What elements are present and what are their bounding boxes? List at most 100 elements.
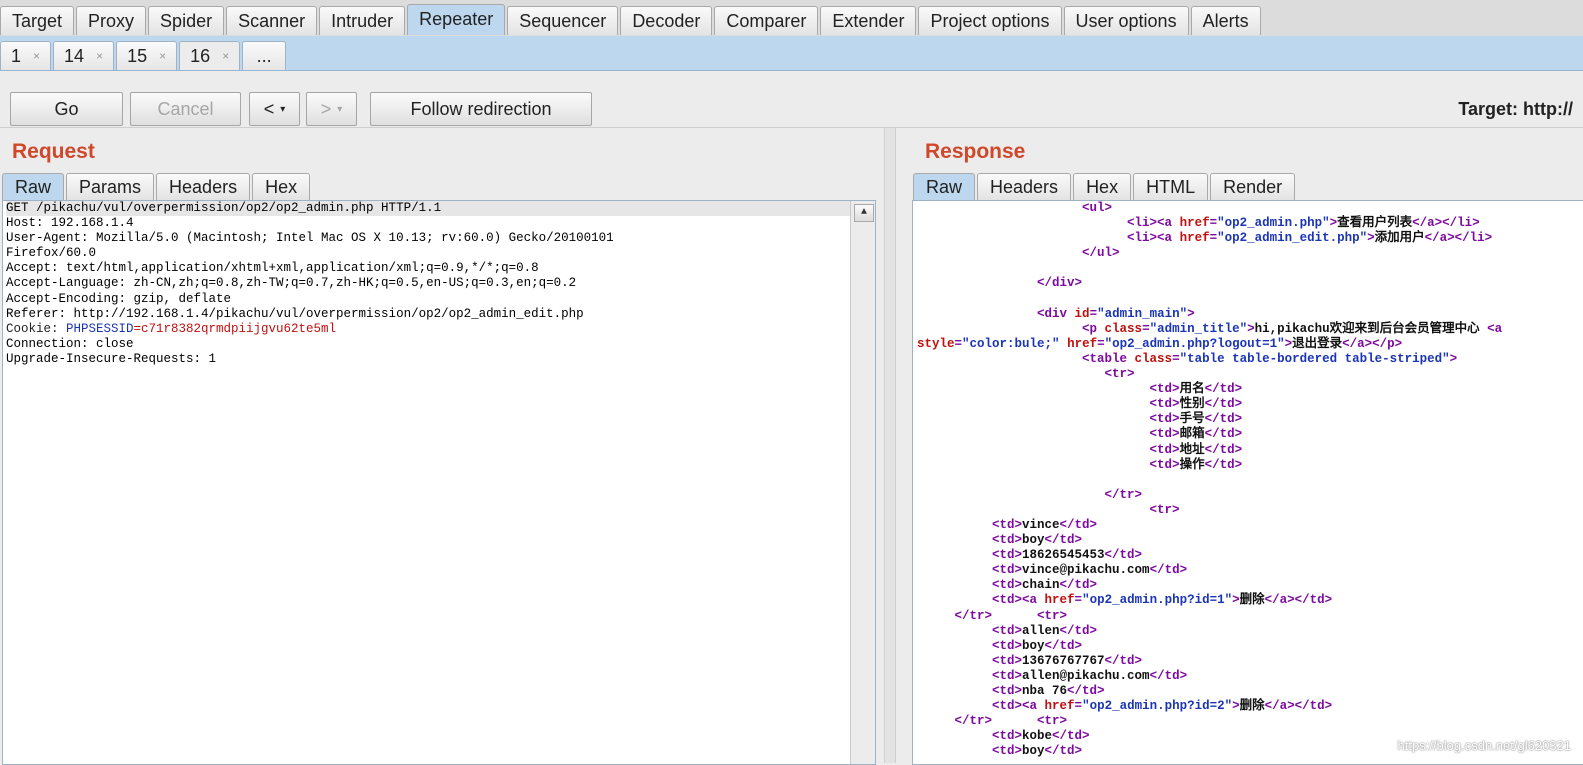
cancel-button[interactable]: Cancel [130, 92, 241, 126]
repeater-tab-label: 16 [190, 46, 211, 66]
tab-scanner[interactable]: Scanner [226, 6, 318, 35]
code-tag: </td> [1149, 563, 1188, 578]
code-tag: <td> [992, 653, 1023, 668]
request-tab-headers[interactable]: Headers [156, 173, 251, 200]
request-editor[interactable]: GET /pikachu/vul/overpermission/op2/op2_… [2, 200, 876, 765]
repeater-tab-15[interactable]: 15 × [116, 41, 178, 70]
follow-redirection-button[interactable]: Follow redirection [370, 92, 592, 126]
code-tag: <a [1487, 321, 1503, 336]
response-tab-html[interactable]: HTML [1133, 173, 1209, 200]
code-tag: </td> [1059, 578, 1098, 593]
request-line: Connection: close [6, 336, 134, 351]
close-icon[interactable]: × [33, 42, 40, 70]
request-text[interactable]: GET /pikachu/vul/overpermission/op2/op2_… [3, 201, 875, 367]
close-icon[interactable]: × [222, 42, 229, 70]
scroll-up-icon[interactable]: ▲ [854, 204, 874, 222]
forward-dropdown-icon[interactable]: ▾ [337, 104, 342, 115]
code-tag: </td> [1044, 533, 1083, 548]
repeater-tab-16[interactable]: 16 × [179, 41, 241, 70]
code-attr: href [1044, 593, 1075, 608]
code-tag: = [1142, 321, 1150, 336]
response-tab-headers[interactable]: Headers [977, 173, 1072, 200]
code-tag: <td> [1149, 397, 1180, 412]
repeater-tab-label: 15 [127, 46, 148, 66]
repeater-tab-1[interactable]: 1 × [0, 41, 52, 70]
response-line: </div> [917, 276, 1583, 291]
response-tab-render[interactable]: Render [1210, 173, 1296, 200]
code-val: "op2_admin.php" [1217, 216, 1330, 231]
code-txt: 退出登录 [1292, 336, 1343, 351]
forward-button[interactable]: > ▾ [306, 92, 357, 126]
response-pane: Response Raw Headers Hex HTML Render <ul> <l… [896, 128, 1583, 765]
response-line: <td>性别</td> [917, 397, 1583, 412]
code-tag: > [1367, 231, 1375, 246]
pane-splitter[interactable] [884, 128, 896, 763]
request-tabs: Raw Params Headers Hex [2, 173, 312, 200]
code-tag: <td> [992, 638, 1023, 653]
main-tab-bar: Target Proxy Spider Scanner Intruder Repeater… [0, 0, 1583, 37]
back-dropdown-icon[interactable]: ▾ [280, 104, 285, 115]
request-tab-raw[interactable]: Raw [2, 173, 65, 200]
code-txt: 地址 [1179, 442, 1205, 457]
response-editor[interactable]: <ul> <li><a href="op2_admin.php">查看用户列表<… [912, 200, 1583, 765]
code-tag: <p [1082, 321, 1105, 336]
repeater-tab-14[interactable]: 14 × [53, 41, 115, 70]
tab-alerts[interactable]: Alerts [1190, 6, 1261, 35]
response-text[interactable]: <ul> <li><a href="op2_admin.php">查看用户列表<… [913, 201, 1583, 759]
close-icon[interactable]: × [159, 42, 166, 70]
tab-spider[interactable]: Spider [148, 6, 225, 35]
response-line: <table class="table table-bordered table… [917, 352, 1583, 367]
tab-user-options[interactable]: User options [1063, 6, 1189, 35]
code-tag: <ul> [1082, 201, 1113, 215]
code-tag: <tr> [1104, 367, 1135, 382]
tab-intruder[interactable]: Intruder [319, 6, 406, 35]
tab-decoder[interactable]: Decoder [620, 6, 713, 35]
request-tab-params[interactable]: Params [66, 173, 155, 200]
request-scrollbar[interactable]: ▲ [850, 201, 875, 764]
code-tag: <td> [1149, 412, 1180, 427]
tab-sequencer[interactable]: Sequencer [507, 6, 619, 35]
code-val: "op2_admin.php?logout=1" [1104, 336, 1285, 351]
response-tab-raw[interactable]: Raw [913, 173, 976, 200]
response-line: <tr> [917, 367, 1583, 382]
code-attr: class [1104, 321, 1143, 336]
target-label[interactable]: Target: http:// [1458, 99, 1573, 120]
response-line: <td>邮箱</td> [917, 427, 1583, 442]
code-tag: = [954, 336, 963, 351]
code-tag: <li><a [1127, 231, 1180, 246]
code-val: "admin_title" [1149, 321, 1248, 336]
code-tag: = [1172, 351, 1180, 366]
request-line: Accept-Language: zh-CN,zh;q=0.8,zh-TW;q=… [6, 276, 577, 291]
request-line: Upgrade-Insecure-Requests: 1 [6, 351, 217, 366]
code-txt: 13676767767 [1022, 653, 1105, 668]
code-tag: = [1074, 699, 1083, 714]
code-tag: <td> [1149, 457, 1180, 472]
code-tag: <td> [992, 578, 1023, 593]
request-line: Cookie: PHPSESSID=c71r8382qrmdpiijgvu62t… [6, 322, 875, 337]
tab-comparer[interactable]: Comparer [714, 6, 819, 35]
code-val: "op2_admin.php?id=1" [1082, 593, 1233, 608]
more-tabs-button[interactable]: ... [242, 41, 287, 70]
tab-project-options[interactable]: Project options [918, 6, 1062, 35]
code-tag: </td> [1204, 457, 1243, 472]
code-val: "op2_admin_edit.php" [1217, 231, 1368, 246]
tab-proxy[interactable]: Proxy [76, 6, 147, 35]
back-button[interactable]: < ▾ [249, 92, 300, 126]
code-tag: </ul> [1082, 246, 1120, 261]
code-tag: = [1209, 216, 1218, 231]
close-icon[interactable]: × [96, 42, 103, 70]
code-tag: </tr> [954, 714, 993, 729]
go-button[interactable]: Go [10, 92, 123, 126]
tab-target[interactable]: Target [0, 6, 75, 35]
code-tag: </td> [1052, 729, 1090, 744]
tab-repeater[interactable]: Repeater [407, 4, 506, 35]
code-tag: <td> [992, 563, 1023, 578]
tab-extender[interactable]: Extender [820, 6, 917, 35]
response-line: <td>用名</td> [917, 382, 1583, 397]
request-title: Request [12, 140, 95, 163]
request-tab-hex[interactable]: Hex [252, 173, 311, 200]
response-line: <td>手号</td> [917, 412, 1583, 427]
code-tag: = [1209, 231, 1218, 246]
response-tab-hex[interactable]: Hex [1073, 173, 1132, 200]
code-tag: </td> [1059, 623, 1098, 638]
